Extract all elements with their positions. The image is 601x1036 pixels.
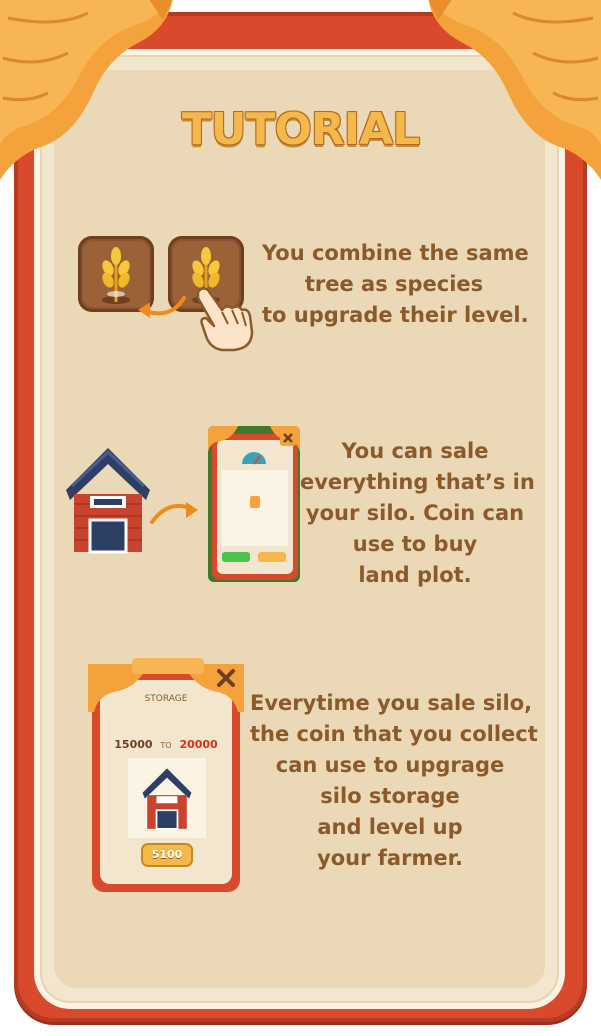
barn-icon: [66, 448, 150, 554]
storage-next-value: 20000: [179, 738, 218, 751]
pointing-hand-icon: [196, 287, 254, 352]
upgrade-price-button[interactable]: 5100: [142, 848, 192, 861]
barn-icon: [142, 768, 192, 830]
page-title: TUTORIAL: [181, 104, 421, 155]
silo-sale-preview-icon: [208, 426, 300, 582]
step-3-line: your farmer.: [317, 846, 463, 870]
corner-banner-right-icon: [428, 0, 601, 180]
step-2-line: everything that’s in: [300, 470, 535, 494]
curved-arrow-icon: [150, 502, 198, 524]
step-3-line: silo storage: [320, 784, 460, 808]
step-3-line: can use to upgrage: [275, 753, 505, 777]
step-1-line: tree as species: [304, 272, 484, 296]
step-1-line: You combine the same: [262, 241, 529, 265]
step-3-description: Everytime you sale silo, the coin that y…: [250, 688, 538, 874]
curved-arrow-icon: [138, 296, 186, 318]
step-2-line: land plot.: [358, 563, 472, 587]
step-2-line: use to buy: [352, 532, 478, 556]
step-3-line: and level up: [317, 815, 463, 839]
step-1-line: to upgrade their level.: [262, 303, 529, 327]
step-2-description: You can sale everything that’s in your s…: [300, 436, 535, 591]
storage-current-value: 15000: [114, 738, 153, 751]
storage-capacity-row: 15000 TO 20000: [108, 738, 224, 751]
step-2-line: your silo. Coin can: [305, 501, 525, 525]
step-3-line: the coin that you collect: [250, 722, 538, 746]
storage-card-title: STORAGE: [144, 694, 188, 704]
silo-sale-preview: [208, 426, 300, 582]
step-3-line: Everytime you sale silo,: [250, 691, 533, 715]
step-2-line: You can sale: [341, 439, 489, 463]
storage-to-label: TO: [160, 741, 172, 750]
step-1-description: You combine the same tree as species to …: [262, 238, 529, 331]
corner-banner-left-icon: [0, 0, 173, 180]
storage-upgrade-card: STORAGE 15000 TO 20000 5100: [88, 658, 244, 894]
